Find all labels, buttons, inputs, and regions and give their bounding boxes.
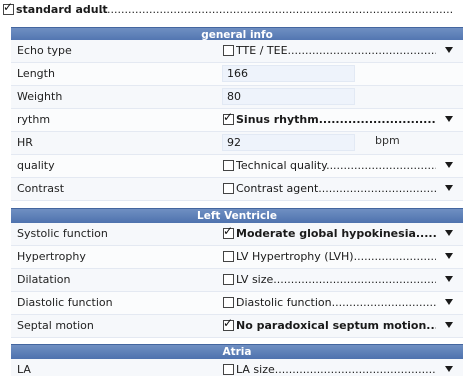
echo-type-combo[interactable]: TTE / TEE...............................… xyxy=(223,44,455,58)
dropdown-arrow-icon[interactable] xyxy=(445,299,453,305)
check-icon: ✓ xyxy=(3,0,14,14)
echo-report-form: ✓ standard adult .......................… xyxy=(0,0,463,376)
top-template-bar: ✓ standard adult .......................… xyxy=(0,0,463,22)
quality-value: Technical quality.......................… xyxy=(236,159,436,172)
dropdown-arrow-icon[interactable] xyxy=(445,322,453,328)
rythm-label: rythm xyxy=(17,113,51,126)
hr-unit: bpm xyxy=(375,134,400,147)
contrast-value: Contrast agent..........................… xyxy=(236,182,436,195)
systolic-checkbox[interactable]: ✓ xyxy=(223,224,234,239)
rythm-value: Sinus rhythm............................… xyxy=(236,113,436,126)
hypertrophy-value: LV Hypertrophy (LVH)....................… xyxy=(236,250,436,263)
quality-label: quality xyxy=(17,159,55,172)
septal-value: No paradoxical septum motion............… xyxy=(236,319,436,332)
dropdown-arrow-icon[interactable] xyxy=(445,276,453,282)
contrast-label: Contrast xyxy=(17,182,65,195)
systolic-combo[interactable]: ✓ Moderate global hypokinesia...........… xyxy=(223,224,455,241)
hr-label: HR xyxy=(17,136,33,149)
septal-label: Septal motion xyxy=(17,319,94,332)
echo-type-value: TTE / TEE...............................… xyxy=(236,44,436,57)
row-hr: HR 92 bpm xyxy=(11,132,463,155)
la-combo[interactable]: LA size.................................… xyxy=(223,363,455,376)
quality-checkbox[interactable] xyxy=(223,160,234,171)
rythm-checkbox[interactable]: ✓ xyxy=(223,110,234,125)
length-label: Length xyxy=(17,67,55,80)
systolic-label: Systolic function xyxy=(17,227,108,240)
check-icon: ✓ xyxy=(223,110,234,124)
row-septal: Septal motion ✓ No paradoxical septum mo… xyxy=(11,315,463,338)
row-dilatation: Dilatation LV size......................… xyxy=(11,269,463,292)
dropdown-arrow-icon[interactable] xyxy=(445,253,453,259)
row-hypertrophy: Hypertrophy LV Hypertrophy (LVH)........… xyxy=(11,246,463,269)
hypertrophy-combo[interactable]: LV Hypertrophy (LVH)....................… xyxy=(223,250,455,264)
contrast-combo[interactable]: Contrast agent..........................… xyxy=(223,182,455,196)
weight-input[interactable]: 80 xyxy=(222,88,355,105)
hypertrophy-checkbox[interactable] xyxy=(223,251,234,262)
length-input[interactable]: 166 xyxy=(222,65,355,82)
dilatation-checkbox[interactable] xyxy=(223,274,234,285)
standard-adult-label: standard adult xyxy=(16,3,108,16)
row-echo-type: Echo type TTE / TEE.....................… xyxy=(11,40,463,63)
hr-input[interactable]: 92 xyxy=(222,134,355,151)
echo-type-label: Echo type xyxy=(17,44,72,57)
atria-header[interactable]: Atria xyxy=(11,344,463,360)
systolic-value: Moderate global hypokinesia.............… xyxy=(236,227,436,240)
left-ventricle-header[interactable]: Left Ventricle xyxy=(11,208,463,224)
dilatation-combo[interactable]: LV size.................................… xyxy=(223,273,455,287)
row-quality: quality Technical quality...............… xyxy=(11,155,463,178)
diastolic-combo[interactable]: Diastolic function......................… xyxy=(223,296,455,310)
standard-adult-checkbox[interactable]: ✓ xyxy=(3,0,14,15)
dilatation-value: LV size.................................… xyxy=(236,273,436,286)
weight-label: Weighth xyxy=(17,90,63,103)
dropdown-arrow-icon[interactable] xyxy=(445,116,453,122)
quality-combo[interactable]: Technical quality.......................… xyxy=(223,159,455,173)
diastolic-checkbox[interactable] xyxy=(223,297,234,308)
top-dotted-leader: ........................................… xyxy=(100,3,453,16)
row-weight: Weighth 80 xyxy=(11,86,463,109)
rythm-combo[interactable]: ✓ Sinus rhythm..........................… xyxy=(223,110,455,127)
hypertrophy-label: Hypertrophy xyxy=(17,250,86,263)
row-systolic: Systolic function ✓ Moderate global hypo… xyxy=(11,223,463,246)
la-value: LA size.................................… xyxy=(236,363,436,376)
dropdown-arrow-icon[interactable] xyxy=(445,230,453,236)
dropdown-arrow-icon[interactable] xyxy=(445,185,453,191)
dropdown-arrow-icon[interactable] xyxy=(445,162,453,168)
dropdown-arrow-icon[interactable] xyxy=(445,47,453,53)
row-la: LA LA size..............................… xyxy=(11,359,463,376)
diastolic-label: Diastolic function xyxy=(17,296,113,309)
check-icon: ✓ xyxy=(223,316,234,330)
row-diastolic: Diastolic function Diastolic function...… xyxy=(11,292,463,315)
septal-checkbox[interactable]: ✓ xyxy=(223,316,234,331)
septal-combo[interactable]: ✓ No paradoxical septum motion..........… xyxy=(223,316,455,333)
check-icon: ✓ xyxy=(223,224,234,238)
contrast-checkbox[interactable] xyxy=(223,183,234,194)
row-rythm: rythm ✓ Sinus rhythm....................… xyxy=(11,109,463,132)
row-contrast: Contrast Contrast agent.................… xyxy=(11,178,463,201)
dropdown-arrow-icon[interactable] xyxy=(445,366,453,372)
dilatation-label: Dilatation xyxy=(17,273,71,286)
diastolic-value: Diastolic function......................… xyxy=(236,296,436,309)
row-length: Length 166 xyxy=(11,63,463,86)
echo-type-checkbox[interactable] xyxy=(223,45,234,56)
la-label: LA xyxy=(17,363,31,376)
left-rail xyxy=(0,22,11,376)
la-checkbox[interactable] xyxy=(223,364,234,375)
